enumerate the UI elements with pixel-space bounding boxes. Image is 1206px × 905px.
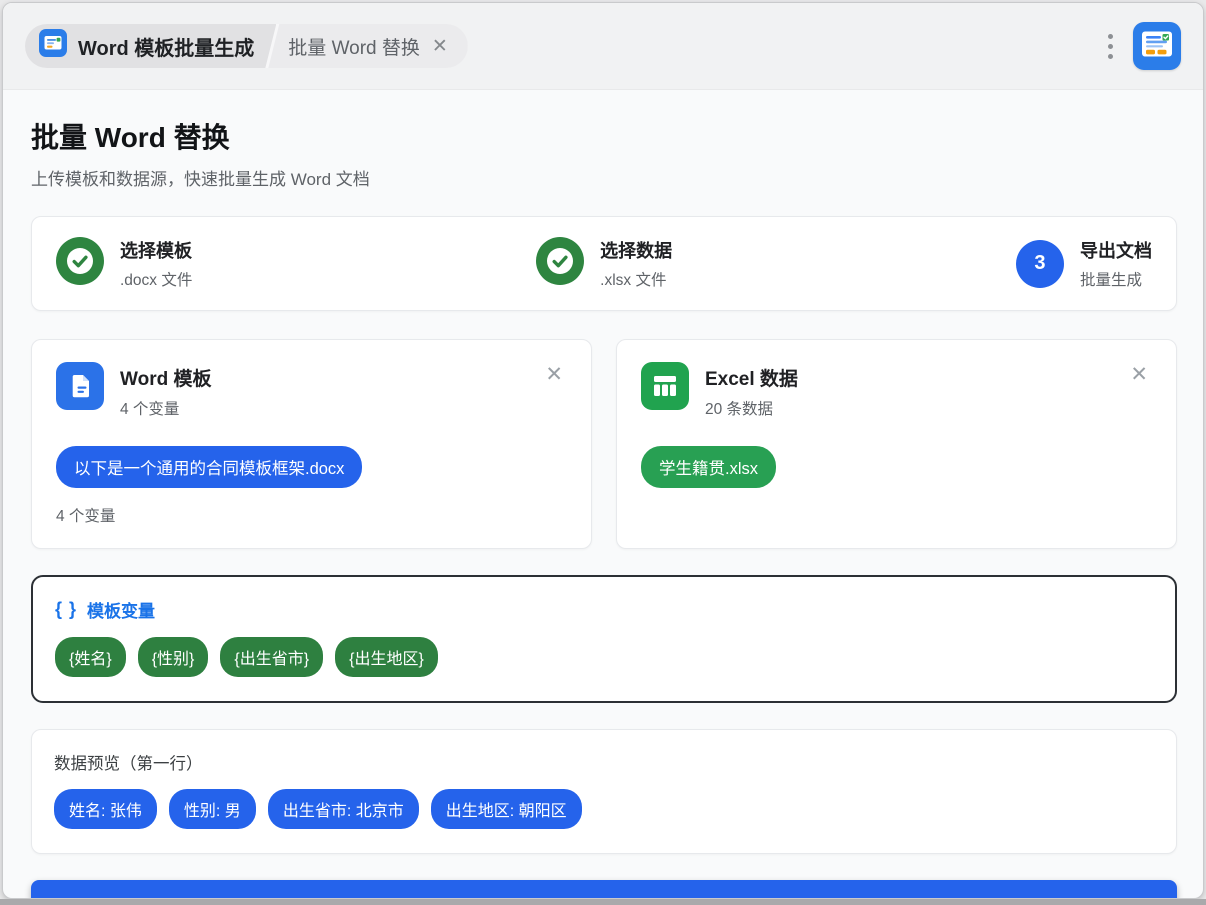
excel-card-subtitle: 20 条数据: [705, 397, 798, 419]
steps-card: 选择模板 .docx 文件 选择数据 .xlsx 文件: [31, 216, 1177, 311]
step-select-template: 选择模板 .docx 文件: [56, 237, 192, 290]
tab-close-icon[interactable]: ✕: [430, 35, 450, 58]
preview-pill: 出生省市: 北京市: [268, 789, 419, 829]
step-title: 选择数据: [600, 237, 672, 263]
app-launcher-button[interactable]: [1133, 22, 1181, 70]
desktop-edge: [0, 899, 1206, 905]
preview-pill: 姓名: 张伟: [54, 789, 157, 829]
word-file-pill: 以下是一个通用的合同模板框架.docx: [56, 446, 362, 488]
file-cards-row: Word 模板 4 个变量 ✕ 以下是一个通用的合同模板框架.docx 4 个变…: [31, 339, 1177, 549]
braces-icon: { }: [55, 599, 77, 620]
page-subtitle: 上传模板和数据源，快速批量生成 Word 文档: [31, 165, 1177, 190]
word-card-close-icon[interactable]: ✕: [541, 362, 567, 387]
preview-pill-row: 姓名: 张伟 性别: 男 出生省市: 北京市 出生地区: 朝阳区: [54, 789, 1154, 829]
step-title: 导出文档: [1080, 237, 1152, 263]
preview-pill: 性别: 男: [169, 789, 256, 829]
excel-table-icon: [641, 362, 689, 415]
word-template-card: Word 模板 4 个变量 ✕ 以下是一个通用的合同模板框架.docx 4 个变…: [31, 339, 592, 549]
more-options-menu-icon[interactable]: [1100, 26, 1121, 67]
preview-section-title: 数据预览（第一行）: [54, 750, 1154, 774]
word-card-subtitle: 4 个变量: [120, 397, 211, 419]
tab-document-label: 批量 Word 替换: [288, 33, 420, 60]
excel-card-close-icon[interactable]: ✕: [1126, 362, 1152, 387]
variables-pill-row: {姓名} {性别} {出生省市} {出生地区}: [55, 637, 1153, 677]
step-select-data: 选择数据 .xlsx 文件: [536, 237, 672, 290]
step-complete-check-icon: [536, 237, 584, 290]
excel-card-title: Excel 数据: [705, 364, 798, 391]
template-variables-card: { } 模板变量 {姓名} {性别} {出生省市} {出生地区}: [31, 575, 1177, 703]
app-window: Word 模板批量生成 批量 Word 替换 ✕: [2, 2, 1204, 899]
page-title: 批量 Word 替换: [31, 116, 1177, 156]
tab-app-home[interactable]: Word 模板批量生成: [25, 24, 276, 68]
variable-pill: {出生省市}: [220, 637, 323, 677]
word-card-title: Word 模板: [120, 364, 211, 391]
tab-document[interactable]: 批量 Word 替换 ✕: [268, 24, 468, 68]
excel-data-card: Excel 数据 20 条数据 ✕ 学生籍贯.xlsx: [616, 339, 1177, 549]
batch-generate-button[interactable]: 批量生成文档: [31, 880, 1177, 899]
word-document-icon: [56, 362, 104, 415]
step-subtitle: .xlsx 文件: [600, 268, 672, 290]
app-logo-icon: [39, 29, 67, 63]
document-preview-icon: [1133, 20, 1181, 73]
title-bar: Word 模板批量生成 批量 Word 替换 ✕: [3, 3, 1203, 90]
step-number-badge: 3: [1016, 240, 1064, 288]
word-card-footnote: 4 个变量: [56, 504, 567, 526]
tab-app-label: Word 模板批量生成: [78, 32, 254, 61]
variables-section-title: 模板变量: [87, 597, 155, 622]
step-subtitle: .docx 文件: [120, 268, 192, 290]
tab-group: Word 模板批量生成 批量 Word 替换 ✕: [25, 24, 468, 68]
variable-pill: {性别}: [138, 637, 209, 677]
data-preview-card: 数据预览（第一行） 姓名: 张伟 性别: 男 出生省市: 北京市 出生地区: 朝…: [31, 729, 1177, 854]
variable-pill: {姓名}: [55, 637, 126, 677]
excel-file-pill: 学生籍贯.xlsx: [641, 446, 776, 488]
preview-pill: 出生地区: 朝阳区: [431, 789, 582, 829]
step-export-docs: 3 导出文档 批量生成: [1016, 237, 1152, 290]
step-complete-check-icon: [56, 237, 104, 290]
variable-pill: {出生地区}: [335, 637, 438, 677]
main-content: 批量 Word 替换 上传模板和数据源，快速批量生成 Word 文档 选择模板 …: [3, 90, 1203, 899]
step-subtitle: 批量生成: [1080, 268, 1152, 290]
step-title: 选择模板: [120, 237, 192, 263]
